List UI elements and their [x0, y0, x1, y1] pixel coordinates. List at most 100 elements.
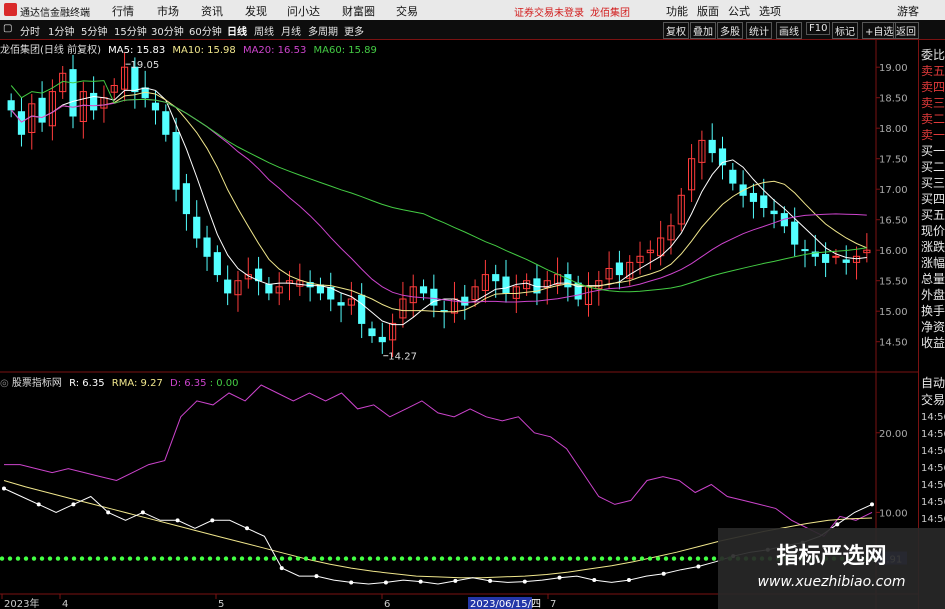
r-line-dot — [696, 564, 701, 569]
price-tick-label: 15.00 — [879, 307, 908, 318]
period-monthly[interactable]: 月线 — [281, 23, 301, 38]
low-annotation: 14.27 — [388, 352, 417, 363]
price-tick-label: 18.50 — [879, 94, 908, 105]
period-daily[interactable]: 日线 — [227, 23, 247, 38]
period-multi[interactable]: 多周期 — [308, 23, 338, 38]
ind-tick-label: 20.00 — [879, 429, 908, 440]
level-dot — [487, 556, 493, 561]
candle-body — [791, 221, 799, 245]
purple-indicator-line — [4, 384, 873, 537]
add-watchlist-button[interactable]: +自选 — [862, 22, 897, 39]
side-panel-item: 买五 — [921, 208, 945, 222]
period-30min[interactable]: 30分钟 — [151, 23, 184, 38]
candle-body — [265, 283, 273, 294]
menu-item-wealth[interactable]: 财富圈 — [342, 3, 375, 19]
period-intraday[interactable]: 分时 — [20, 23, 40, 38]
level-dot — [199, 556, 205, 561]
watermark-banner: 指标严选网 www.xuezhibiao.com — [718, 528, 945, 609]
overlay-button[interactable]: 叠加 — [690, 22, 716, 39]
level-dot — [127, 556, 133, 561]
level-dot — [143, 556, 149, 561]
menu-item-function[interactable]: 功能 — [666, 3, 688, 19]
side-panel-item: 总量 — [921, 272, 945, 286]
period-5min[interactable]: 5分钟 — [81, 23, 107, 38]
clock-icon: ▢ — [3, 23, 13, 34]
level-dot — [79, 556, 85, 561]
level-dot — [695, 556, 701, 561]
level-dot — [431, 556, 437, 561]
r-line-dot — [626, 578, 631, 583]
level-dot — [351, 556, 357, 561]
menu-item-options[interactable]: 选项 — [759, 3, 781, 19]
level-dot — [591, 556, 597, 561]
level-dot — [519, 556, 525, 561]
side-panel-time: 14:56 — [921, 480, 945, 491]
main-legend: 龙佰集团(日线 前复权) MA5: 15.83 MA10: 15.98 MA20… — [0, 41, 377, 56]
level-dot — [447, 556, 453, 561]
r-line-dot — [870, 502, 874, 507]
candle-body — [378, 336, 386, 343]
side-panel-item: 买四 — [921, 192, 945, 206]
side-panel-item: 涨幅 — [921, 256, 945, 270]
x-tick-label: 2023年 — [4, 597, 39, 609]
back-button[interactable]: 返回 — [893, 22, 919, 39]
candle-body — [203, 237, 211, 257]
candle-body — [842, 259, 850, 263]
side-panel-item: 换手 — [921, 304, 945, 318]
level-dot — [15, 556, 21, 561]
period-weekly[interactable]: 周线 — [254, 23, 274, 38]
level-dot — [439, 556, 445, 561]
adjust-button[interactable]: 复权 — [663, 22, 689, 39]
r-line-dot — [383, 580, 388, 585]
level-dot — [639, 556, 645, 561]
candle-body — [162, 111, 170, 135]
menu-item-discover[interactable]: 发现 — [245, 3, 267, 19]
r-line-dot — [488, 578, 493, 583]
draw-line-button[interactable]: 画线 — [776, 22, 802, 39]
level-dot — [95, 556, 101, 561]
r-line-dot — [418, 579, 423, 584]
level-dot — [207, 556, 213, 561]
level-dot — [247, 556, 253, 561]
f10-button[interactable]: F10 — [806, 22, 831, 35]
level-dot — [159, 556, 165, 561]
menu-item-trade[interactable]: 交易 — [396, 3, 418, 19]
period-15min[interactable]: 15分钟 — [114, 23, 147, 38]
x-tick-label: 6 — [384, 599, 390, 609]
level-dot — [703, 556, 709, 561]
indicator-name[interactable]: 股票指标网 — [12, 378, 62, 389]
ma5-label: MA5: 15.83 — [108, 45, 166, 56]
mark-button[interactable]: 标记 — [832, 22, 858, 39]
level-dot — [455, 556, 461, 561]
user-label[interactable]: 游客 — [897, 3, 919, 19]
period-more[interactable]: 更多 — [344, 23, 364, 38]
menu-item-formula[interactable]: 公式 — [728, 3, 750, 19]
price-chart[interactable]: 19.05 14.27 14.50 15.00 15.50 16.00 16.50 17.0… — [0, 40, 918, 609]
menu-item-news[interactable]: 资讯 — [201, 3, 223, 19]
level-dot — [375, 556, 381, 561]
level-dot — [191, 556, 197, 561]
level-dot — [423, 556, 429, 561]
level-dot — [55, 556, 61, 561]
side-panel-time: 14:56 — [921, 514, 945, 525]
menu-item-ask[interactable]: 问小达 — [287, 3, 320, 19]
level-dot — [511, 556, 517, 561]
stats-button[interactable]: 统计 — [746, 22, 772, 39]
menu-item-quotes[interactable]: 行情 — [112, 3, 134, 19]
side-panel-time: 14:56 — [921, 497, 945, 508]
side-panel-item: 卖二 — [921, 112, 945, 126]
menu-item-layout[interactable]: 版面 — [697, 3, 719, 19]
side-panel-item: 买三 — [921, 176, 945, 190]
side-panel-time: 自动 — [921, 376, 945, 390]
level-dot — [599, 556, 605, 561]
login-warning[interactable]: 证券交易未登录 — [514, 4, 584, 19]
ind-tick-label: 10.00 — [879, 508, 908, 519]
r-line-dot — [2, 486, 6, 491]
side-panel-time: 交易 — [921, 393, 945, 407]
multi-stock-button[interactable]: 多股 — [717, 22, 743, 39]
side-panel-item: 涨跌 — [921, 240, 945, 254]
period-1min[interactable]: 1分钟 — [48, 23, 74, 38]
menu-item-market[interactable]: 市场 — [157, 3, 179, 19]
period-60min[interactable]: 60分钟 — [189, 23, 222, 38]
level-dot — [255, 556, 261, 561]
